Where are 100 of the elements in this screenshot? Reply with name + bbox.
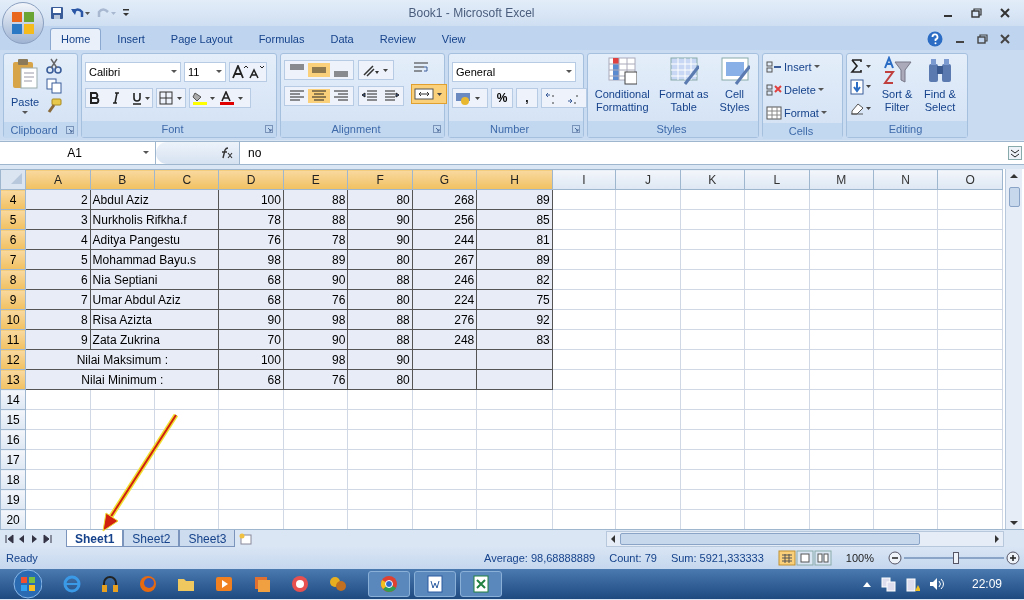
column-header[interactable]: J (615, 169, 681, 190)
ribbon-tab[interactable]: Home (50, 28, 102, 50)
scroll-down-icon[interactable] (1008, 519, 1020, 527)
show-hidden-icons-icon[interactable] (861, 580, 872, 588)
bold-italic-underline-button[interactable] (85, 88, 153, 108)
ribbon-tab[interactable]: Insert (107, 28, 155, 50)
conditional-formatting-button[interactable]: Conditional Formatting (591, 56, 654, 120)
cell-styles-button[interactable]: Cell Styles (714, 56, 755, 120)
row-header[interactable]: 16 (0, 429, 26, 450)
font-name-dropdown[interactable]: Calibri (85, 62, 181, 82)
row-header[interactable]: 17 (0, 449, 26, 470)
column-header[interactable]: C (154, 169, 219, 190)
row-header[interactable]: 13 (0, 369, 26, 390)
dialog-launcher-icon[interactable] (572, 125, 580, 133)
row-header[interactable]: 8 (0, 269, 26, 290)
row-header[interactable]: 6 (0, 229, 26, 250)
help-icon[interactable] (927, 31, 943, 47)
decimal-places-button[interactable] (541, 88, 587, 108)
customize-icon[interactable] (122, 8, 130, 18)
browser-icon[interactable] (62, 574, 82, 594)
row-header[interactable]: 4 (0, 189, 26, 210)
column-header[interactable]: K (680, 169, 745, 190)
restore-icon[interactable] (977, 34, 988, 44)
row-header[interactable]: 9 (0, 289, 26, 310)
find-select-button[interactable]: Find & Select (920, 56, 960, 120)
row-header[interactable]: 14 (0, 389, 26, 410)
eraser-icon[interactable] (850, 101, 874, 115)
formula-field[interactable]: no (240, 142, 1008, 164)
ribbon-tab[interactable]: View (431, 28, 476, 50)
zoom-in-icon[interactable] (1006, 551, 1020, 565)
row-header[interactable]: 5 (0, 209, 26, 230)
scroll-thumb[interactable] (1008, 187, 1020, 207)
column-header[interactable]: L (744, 169, 809, 190)
ribbon-tab[interactable]: Review (369, 28, 426, 50)
currency-button[interactable] (452, 88, 488, 108)
document-icon[interactable] (425, 574, 445, 594)
dialog-launcher-icon[interactable] (433, 125, 441, 133)
scroll-up-icon[interactable] (1008, 171, 1020, 179)
fill-color-button[interactable] (189, 88, 251, 108)
row-header[interactable]: 7 (0, 249, 26, 270)
column-header[interactable]: D (219, 169, 284, 190)
media-player-icon[interactable] (214, 574, 234, 594)
paste-button[interactable]: Paste (7, 56, 43, 122)
font-size-dropdown[interactable]: 11 (184, 62, 226, 82)
number-format-dropdown[interactable]: General (452, 62, 576, 82)
spreadsheet-icon[interactable] (471, 574, 491, 594)
scroll-right-icon[interactable] (994, 533, 1000, 544)
format-painter-icon[interactable] (46, 98, 62, 114)
column-header[interactable]: H (476, 169, 553, 190)
dialog-launcher-icon[interactable] (265, 125, 273, 133)
merge-center-button[interactable] (411, 84, 447, 104)
borders-button[interactable] (156, 88, 186, 108)
cut-icon[interactable] (46, 58, 62, 74)
zoom-out-icon[interactable] (888, 551, 902, 565)
network-icon[interactable] (879, 576, 896, 592)
autosum-icon[interactable] (850, 59, 874, 73)
volume-icon[interactable] (927, 576, 944, 592)
orientation-button[interactable] (358, 60, 394, 80)
number-style-button[interactable]: , (516, 88, 538, 108)
column-header[interactable]: F (347, 169, 413, 190)
column-header[interactable]: B (90, 169, 155, 190)
zoom-slider[interactable] (904, 551, 1004, 565)
sheet-tab[interactable]: Sheet3 (179, 530, 236, 547)
number-style-button[interactable]: % (491, 88, 513, 108)
restore-icon[interactable] (971, 8, 982, 18)
row-header[interactable]: 15 (0, 409, 26, 430)
ribbon-tab[interactable]: Data (320, 28, 364, 50)
sheet-tab[interactable]: Sheet1 (66, 530, 124, 547)
row-header[interactable]: 12 (0, 349, 26, 370)
column-header[interactable]: E (283, 169, 348, 190)
row-header[interactable]: 11 (0, 329, 26, 350)
column-header[interactable]: N (873, 169, 938, 190)
battery-warning-icon[interactable] (903, 576, 920, 592)
grow-font-button[interactable] (229, 62, 267, 82)
sort-filter-button[interactable]: Sort & Filter (877, 56, 917, 120)
insert-function-icon[interactable] (219, 147, 233, 159)
fill-down-icon[interactable] (850, 79, 874, 95)
row-header[interactable]: 10 (0, 309, 26, 330)
vertical-align-button[interactable] (284, 60, 354, 80)
horizontal-scrollbar[interactable] (606, 530, 1004, 547)
row-header[interactable]: 19 (0, 489, 26, 510)
delete-cells-button[interactable]: Delete (766, 80, 827, 100)
column-header[interactable]: I (552, 169, 616, 190)
ribbon-tab[interactable]: Formulas (248, 28, 315, 50)
insert-cells-button[interactable]: Insert (766, 57, 827, 77)
undo-icon[interactable] (70, 6, 90, 20)
scroll-left-icon[interactable] (610, 533, 616, 544)
close-icon[interactable] (1000, 8, 1010, 18)
name-box[interactable]: A1 (0, 142, 156, 164)
save-icon[interactable] (50, 6, 64, 20)
format-cells-button[interactable]: Format (766, 103, 827, 123)
format-as-table-button[interactable]: Format as Table (656, 56, 712, 120)
chrome-icon[interactable] (379, 574, 399, 594)
close-icon[interactable] (1000, 34, 1010, 44)
column-header[interactable]: A (25, 169, 91, 190)
column-header[interactable]: O (937, 169, 1003, 190)
column-header[interactable]: M (809, 169, 874, 190)
dialog-launcher-icon[interactable] (66, 126, 74, 134)
expand-formula-bar-icon[interactable] (1008, 146, 1022, 160)
indent-button[interactable] (358, 86, 404, 106)
